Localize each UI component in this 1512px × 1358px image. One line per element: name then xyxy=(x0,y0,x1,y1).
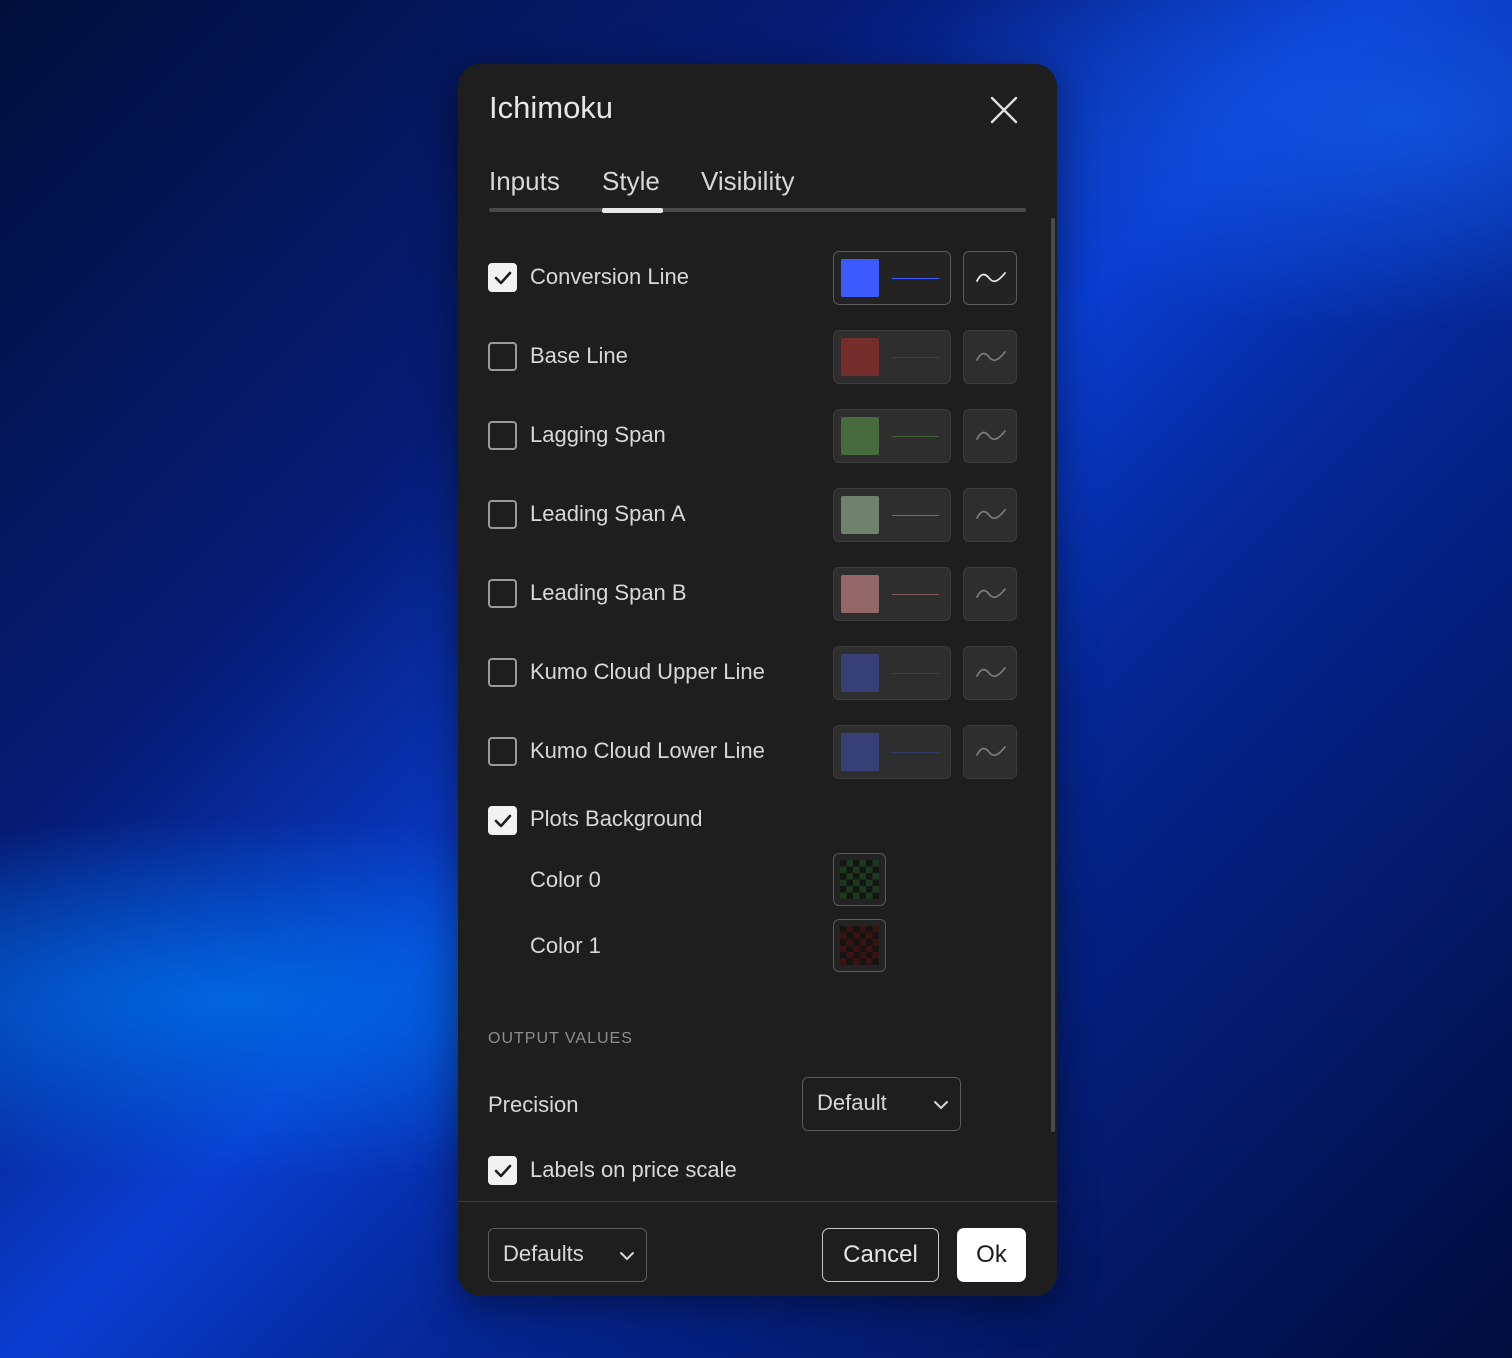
plot-type-button[interactable] xyxy=(963,646,1017,700)
color-swatch xyxy=(841,733,879,771)
cancel-button[interactable]: Cancel xyxy=(822,1228,939,1282)
check-icon xyxy=(494,271,512,285)
close-icon xyxy=(990,96,1018,124)
color-0-label: Color 0 xyxy=(530,867,601,892)
color-0-row: Color 0 xyxy=(488,853,1028,907)
output-values-section-title: OUTPUT VALUES xyxy=(488,1030,633,1047)
color-picker-button[interactable] xyxy=(833,567,951,621)
color-picker-button[interactable] xyxy=(833,330,951,384)
color-swatch xyxy=(841,496,879,534)
plot-type-button[interactable] xyxy=(963,330,1017,384)
line-style-sample xyxy=(892,752,939,753)
color-picker-button[interactable] xyxy=(833,251,951,305)
line-wave-icon xyxy=(976,351,1006,362)
plot-checkbox-conversion-line[interactable] xyxy=(488,263,517,292)
close-button[interactable] xyxy=(984,90,1024,130)
plots-background-checkbox[interactable] xyxy=(488,806,517,835)
color-picker-button[interactable] xyxy=(833,409,951,463)
plot-label: Kumo Cloud Lower Line xyxy=(530,738,765,763)
plot-row-base-line: Base Line xyxy=(488,330,1028,384)
plot-row-lagging-span: Lagging Span xyxy=(488,409,1028,463)
tab-style[interactable]: Style xyxy=(602,166,660,197)
plot-checkbox-leading-span-b[interactable] xyxy=(488,579,517,608)
plot-type-button[interactable] xyxy=(963,488,1017,542)
line-style-sample xyxy=(892,594,939,595)
line-wave-icon xyxy=(976,667,1006,678)
plot-checkbox-kumo-cloud-upper-line[interactable] xyxy=(488,658,517,687)
precision-select[interactable]: Default xyxy=(802,1077,961,1131)
line-style-sample xyxy=(892,673,939,674)
line-style-sample xyxy=(892,515,939,516)
tab-bar: Inputs Style Visibility xyxy=(489,166,1026,214)
defaults-label: Defaults xyxy=(503,1241,584,1266)
active-tab-indicator xyxy=(602,208,663,213)
line-style-sample xyxy=(892,278,939,279)
color-swatch xyxy=(841,654,879,692)
plot-label: Conversion Line xyxy=(530,264,689,289)
plot-label: Leading Span B xyxy=(530,580,687,605)
plot-row-kumo-cloud-lower-line: Kumo Cloud Lower Line xyxy=(488,725,1028,779)
plots-background-label: Plots Background xyxy=(530,806,703,831)
tab-visibility[interactable]: Visibility xyxy=(701,166,794,197)
plot-checkbox-kumo-cloud-lower-line[interactable] xyxy=(488,737,517,766)
plot-row-conversion-line: Conversion Line xyxy=(488,251,1028,305)
plot-label: Base Line xyxy=(530,343,628,368)
plot-row-leading-span-b: Leading Span B xyxy=(488,567,1028,621)
plot-row-kumo-cloud-upper-line: Kumo Cloud Upper Line xyxy=(488,646,1028,700)
labels-on-price-scale-label: Labels on price scale xyxy=(530,1157,737,1182)
plot-type-button[interactable] xyxy=(963,567,1017,621)
color-0-picker-button[interactable] xyxy=(833,853,886,906)
plot-label: Lagging Span xyxy=(530,422,666,447)
plot-type-button[interactable] xyxy=(963,409,1017,463)
plot-type-button[interactable] xyxy=(963,725,1017,779)
color-swatch xyxy=(841,417,879,455)
plot-checkbox-lagging-span[interactable] xyxy=(488,421,517,450)
line-wave-icon xyxy=(976,272,1006,283)
plot-type-button[interactable] xyxy=(963,251,1017,305)
plot-checkbox-base-line[interactable] xyxy=(488,342,517,371)
plot-row-leading-span-a: Leading Span A xyxy=(488,488,1028,542)
color-picker-button[interactable] xyxy=(833,488,951,542)
color-picker-button[interactable] xyxy=(833,725,951,779)
color-swatch xyxy=(841,575,879,613)
tabs-divider xyxy=(489,208,1026,212)
chevron-down-icon xyxy=(620,1252,634,1261)
dialog-footer: Defaults Cancel Ok xyxy=(458,1201,1057,1296)
plot-label: Kumo Cloud Upper Line xyxy=(530,659,765,684)
chevron-down-icon xyxy=(934,1101,948,1110)
plot-checkbox-leading-span-a[interactable] xyxy=(488,500,517,529)
defaults-dropdown[interactable]: Defaults xyxy=(488,1228,647,1282)
line-wave-icon xyxy=(976,430,1006,441)
color-1-row: Color 1 xyxy=(488,919,1028,973)
color-1-picker-button[interactable] xyxy=(833,919,886,972)
precision-value: Default xyxy=(817,1090,887,1115)
color-swatch xyxy=(841,338,879,376)
check-icon xyxy=(494,814,512,828)
color-picker-button[interactable] xyxy=(833,646,951,700)
check-icon xyxy=(494,1164,512,1178)
plot-label: Leading Span A xyxy=(530,501,686,526)
color-1-label: Color 1 xyxy=(530,933,601,958)
labels-on-price-scale-checkbox[interactable] xyxy=(488,1156,517,1185)
plots-background-row: Plots Background xyxy=(488,804,1028,858)
precision-row: Precision Default xyxy=(488,1077,1028,1131)
color-0-swatch xyxy=(840,860,879,899)
scrollbar[interactable] xyxy=(1051,218,1055,1132)
line-wave-icon xyxy=(976,746,1006,757)
line-wave-icon xyxy=(976,588,1006,599)
precision-label: Precision xyxy=(488,1092,579,1117)
tab-inputs[interactable]: Inputs xyxy=(489,166,560,197)
ichimoku-settings-dialog: Ichimoku Inputs Style Visibility Convers… xyxy=(458,64,1057,1296)
ok-button[interactable]: Ok xyxy=(957,1228,1026,1282)
line-style-sample xyxy=(892,436,939,437)
line-wave-icon xyxy=(976,509,1006,520)
color-swatch xyxy=(841,259,879,297)
line-style-sample xyxy=(892,357,939,358)
dialog-title: Ichimoku xyxy=(489,90,614,125)
color-1-swatch xyxy=(840,926,879,965)
